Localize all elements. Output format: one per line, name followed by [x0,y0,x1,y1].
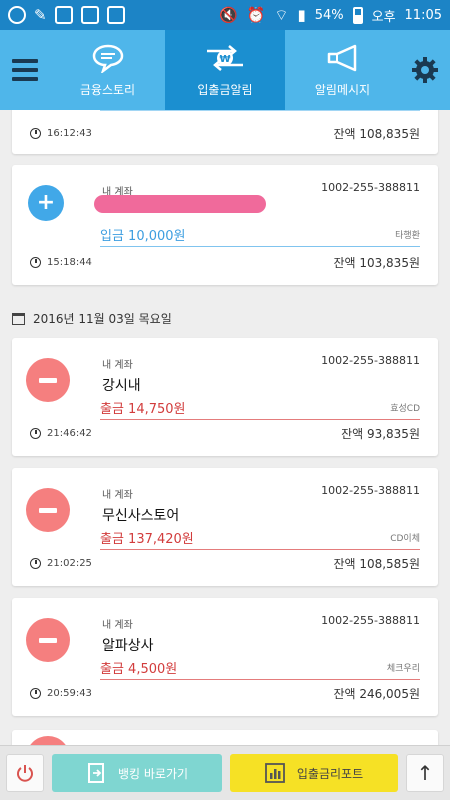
signal-icon: ▮ [297,5,306,24]
menu-icon[interactable] [0,30,50,110]
transaction-card[interactable]: 내 계좌 1002-255-388811 강시내 출금 14,750원 효성CD… [12,338,438,456]
tab-alert-messages[interactable]: 알림메시지 [285,30,400,110]
bar-chart-icon [264,763,285,783]
tab-label: 입출금알림 [197,82,253,97]
amount-row: 출금 14,750원 효성CD [100,396,420,420]
wifi-icon: ⌔ [274,5,289,24]
clock-icon [30,688,41,699]
ampm: 오후 [371,9,396,25]
battery-percent: 54% [314,7,344,23]
transaction-amount: 출금 4,500원 [100,662,178,677]
account-number: 1002-255-388811 [321,484,420,497]
minus-icon [26,358,70,402]
transaction-time: 21:46:42 [47,428,92,439]
calendar-icon [12,312,25,325]
transaction-time: 21:02:25 [47,558,92,569]
balance: 잔액 93,835원 [341,427,420,441]
amount-row: 출금 4,500원 체크우리 [100,656,420,680]
clock-icon [30,128,41,139]
banking-shortcut-label: 뱅킹 바로가기 [117,766,189,781]
clock-icon [30,428,41,439]
settings-gear-icon[interactable] [400,30,450,110]
exchange-won-icon: ₩ [203,43,247,73]
status-bar: ✎ 🔇 ⏰ ⌔ ▮ 54% 오후 11:05 [0,0,450,30]
date-label: 2016년 11월 03일 목요일 [33,312,172,326]
bottom-bar: 뱅킹 바로가기 입출금리포트 ↑ [0,745,450,800]
app-notification-icon [8,6,26,24]
tab-label: 알림메시지 [314,82,371,97]
minus-icon [26,488,70,532]
power-button[interactable] [6,754,44,792]
tab-label: 금융스토리 [79,82,136,97]
account-number: 1002-255-388811 [321,354,420,367]
transaction-card[interactable]: + 내 계좌 1002-255-388811 입금 10,000원 타행환 15… [12,165,438,285]
bank-name: CD이체 [390,534,420,544]
power-icon [17,765,33,782]
clock-icon [30,558,41,569]
exit-door-icon [87,763,104,783]
merchant-name: 무신사스토어 [102,508,180,524]
redacted-merchant [94,195,266,213]
transaction-card[interactable]: 내 계좌 1002-255-388811 무신사스토어 출금 137,420원 … [12,468,438,586]
date-header: 2016년 11월 03일 목요일 [12,310,172,327]
balance: 잔액 246,005원 [333,687,420,701]
alarm-icon: ⏰ [246,5,266,24]
report-label: 입출금리포트 [296,766,364,781]
top-nav: 금융스토리 ₩ 입출금알림 알림메시지 [0,30,450,110]
speech-bubble-icon [91,43,125,73]
account-label: 내 계좌 [102,620,133,631]
merchant-name: 강시내 [102,378,141,394]
minus-icon [26,618,70,662]
balance: 잔액 108,585원 [333,557,420,571]
tab-finance-story[interactable]: 금융스토리 [50,30,165,110]
report-button[interactable]: 입출금리포트 [230,754,398,792]
amount-underline [100,110,420,111]
transaction-amount: 입금 10,000원 [100,229,186,244]
scroll-top-arrow-icon[interactable]: ↑ [406,754,444,792]
amount-row: 입금 10,000원 타행환 [100,223,420,247]
transaction-card[interactable]: 내 계좌 1002-255-388811 알파상사 출금 4,500원 체크우리… [12,598,438,716]
clock-time: 11:05 [404,7,442,23]
amount-row: 출금 137,420원 CD이체 [100,526,420,550]
account-label: 내 계좌 [102,360,133,371]
transaction-time: 15:18:44 [47,257,92,268]
mute-icon: 🔇 [218,5,238,24]
bank-name: 체크우리 [386,664,420,674]
transaction-time: 16:12:43 [47,128,92,139]
account-number: 1002-255-388811 [321,181,420,194]
transaction-card[interactable]: 16:12:43 잔액 108,835원 [12,110,438,154]
flash-icon [80,6,99,24]
broom-icon: ✎ [34,5,47,24]
image-notification-icon [54,6,73,24]
tab-transaction-alert[interactable]: ₩ 입출금알림 [165,30,285,110]
bank-name: 효성CD [390,404,420,414]
account-label: 내 계좌 [102,490,133,501]
megaphone-icon [325,43,361,73]
balance: 잔액 108,835원 [333,127,420,141]
plus-icon: + [28,185,64,221]
sim-icon [106,6,125,24]
transaction-amount: 출금 14,750원 [100,402,186,417]
clock-icon [30,257,41,268]
transaction-amount: 출금 137,420원 [100,532,194,547]
transaction-card[interactable] [12,730,438,745]
transaction-time: 20:59:43 [47,688,92,699]
balance: 잔액 103,835원 [333,256,420,270]
banking-shortcut-button[interactable]: 뱅킹 바로가기 [52,754,222,792]
svg-text:₩: ₩ [219,54,230,65]
minus-icon [26,736,70,745]
transaction-list[interactable]: 16:12:43 잔액 108,835원 + 내 계좌 1002-255-388… [0,110,450,745]
bank-name: 타행환 [395,231,420,241]
account-number: 1002-255-388811 [321,614,420,627]
battery-icon [352,6,363,24]
merchant-name: 알파상사 [102,638,154,654]
